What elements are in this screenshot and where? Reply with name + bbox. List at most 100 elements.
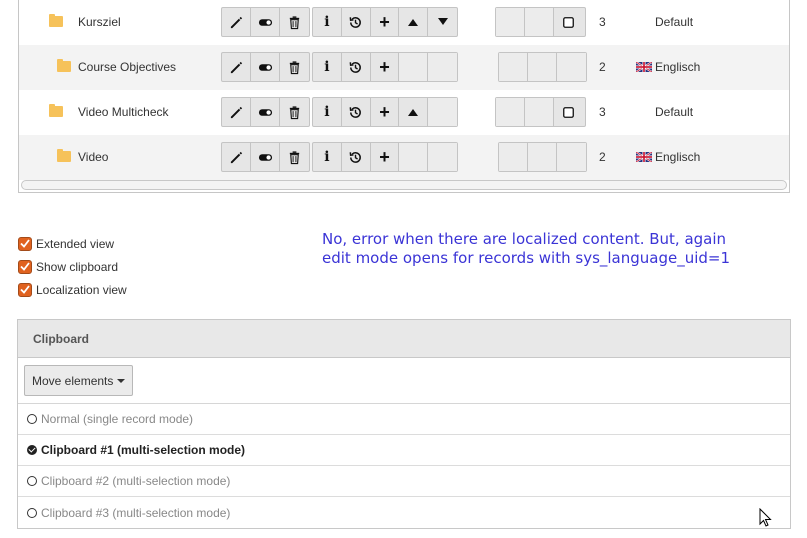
clipboard-mode-1[interactable]: Clipboard #1 (multi-selection mode) <box>18 435 790 466</box>
move-down-icon[interactable] <box>428 8 457 36</box>
empty-slot <box>428 53 457 81</box>
radio-icon[interactable] <box>27 476 37 486</box>
clipboard-mode-normal[interactable]: Normal (single record mode) <box>18 404 790 435</box>
record-level: 2 <box>599 60 606 74</box>
toggle-visibility-icon[interactable] <box>251 53 280 81</box>
info-icon[interactable]: i <box>313 8 342 36</box>
uk-flag-icon <box>636 152 652 162</box>
plus-icon[interactable]: + <box>371 143 400 171</box>
records-table: Kursziel i + 3 Default Course Objectives <box>18 0 790 193</box>
empty-slot <box>428 143 457 171</box>
toggle-visibility-icon[interactable] <box>251 143 280 171</box>
folder-icon <box>57 149 71 162</box>
language-label: Englisch <box>655 150 701 164</box>
plus-icon[interactable]: + <box>371 98 400 126</box>
radio-checked-icon[interactable] <box>27 445 37 455</box>
checkbox-label: Localization view <box>36 282 127 297</box>
toggle-visibility-icon[interactable] <box>251 98 280 126</box>
localization-view-checkbox[interactable]: Localization view <box>18 278 127 301</box>
language-label: Default <box>655 15 694 29</box>
radio-icon[interactable] <box>27 414 37 424</box>
history-icon[interactable] <box>342 8 371 36</box>
info-icon[interactable]: i <box>313 98 342 126</box>
uk-flag-icon <box>636 62 652 72</box>
empty-slot <box>499 143 528 171</box>
edit-pencil-icon[interactable] <box>222 53 251 81</box>
select-button-group <box>498 52 587 82</box>
show-clipboard-checkbox[interactable]: Show clipboard <box>18 255 127 278</box>
trash-icon[interactable] <box>280 143 309 171</box>
record-title[interactable]: Video <box>78 150 108 164</box>
toggle-visibility-icon[interactable] <box>251 8 280 36</box>
action-button-group: i + <box>312 52 458 82</box>
move-elements-button[interactable]: Move elements <box>24 365 134 396</box>
checkbox-label: Extended view <box>36 236 115 251</box>
record-level: 3 <box>599 105 606 119</box>
select-button-group <box>495 7 586 37</box>
clipboard-toolbar: Move elements <box>18 358 790 404</box>
extended-view-checkbox[interactable]: Extended view <box>18 232 127 255</box>
annotation-note: No, error when there are localized conte… <box>322 230 731 267</box>
record-title[interactable]: Kursziel <box>78 15 121 29</box>
trash-icon[interactable] <box>280 98 309 126</box>
clipboard-mode-3[interactable]: Clipboard #3 (multi-selection mode) <box>18 497 790 528</box>
record-row: Kursziel i + 3 Default <box>19 0 789 45</box>
move-up-icon[interactable] <box>399 98 429 126</box>
trash-icon[interactable] <box>280 53 309 81</box>
empty-slot <box>557 53 586 81</box>
folder-icon <box>57 59 71 72</box>
edit-button-group <box>221 7 310 37</box>
record-title[interactable]: Video Multicheck <box>78 105 169 119</box>
select-checkbox-icon[interactable] <box>554 8 583 36</box>
record-language: Englisch <box>636 60 700 74</box>
mouse-cursor-icon <box>759 508 772 527</box>
edit-button-group <box>221 142 310 172</box>
trash-icon[interactable] <box>280 8 309 36</box>
edit-pencil-icon[interactable] <box>222 8 251 36</box>
empty-slot <box>528 53 557 81</box>
caret-down-icon <box>117 378 126 383</box>
action-button-group: i + <box>312 97 458 127</box>
checkmark-icon[interactable] <box>18 282 32 297</box>
record-language: Default <box>655 15 693 29</box>
select-button-group <box>498 142 587 172</box>
empty-slot <box>525 98 554 126</box>
move-elements-label: Move elements <box>32 373 114 388</box>
radio-icon[interactable] <box>27 507 37 518</box>
view-options: Extended view Show clipboard Localizatio… <box>18 232 127 301</box>
clipboard-panel: Clipboard Move elements Normal (single r… <box>17 319 791 529</box>
record-row: Video Multicheck i + 3 Default <box>19 90 789 135</box>
empty-slot <box>496 8 525 36</box>
folder-icon <box>49 104 63 117</box>
history-icon[interactable] <box>342 53 371 81</box>
record-language: Default <box>655 105 693 119</box>
plus-icon[interactable]: + <box>371 8 400 36</box>
empty-slot <box>528 143 557 171</box>
checkmark-icon[interactable] <box>18 259 32 274</box>
clipboard-mode-2[interactable]: Clipboard #2 (multi-selection mode) <box>18 466 790 497</box>
clipboard-title: Clipboard <box>18 320 790 358</box>
checkmark-icon[interactable] <box>18 236 32 251</box>
info-icon[interactable]: i <box>313 143 342 171</box>
info-icon[interactable]: i <box>313 53 342 81</box>
history-icon[interactable] <box>342 98 371 126</box>
history-icon[interactable] <box>342 143 371 171</box>
record-level: 3 <box>599 15 606 29</box>
mode-label: Clipboard #1 (multi-selection mode) <box>41 443 246 457</box>
select-checkbox-icon[interactable] <box>554 98 583 126</box>
empty-slot <box>525 8 554 36</box>
mode-label: Clipboard #3 (multi-selection mode) <box>41 505 231 520</box>
empty-slot <box>399 53 429 81</box>
horizontal-scrollbar[interactable] <box>21 180 787 190</box>
edit-pencil-icon[interactable] <box>222 143 251 171</box>
record-row: Course Objectives i + 2 Englisch <box>19 45 789 90</box>
record-level: 2 <box>599 150 606 164</box>
plus-icon[interactable]: + <box>371 53 400 81</box>
edit-pencil-icon[interactable] <box>222 98 251 126</box>
edit-button-group <box>221 97 310 127</box>
record-language: Englisch <box>636 150 700 164</box>
empty-slot <box>428 98 457 126</box>
move-up-icon[interactable] <box>399 8 429 36</box>
language-label: Default <box>655 105 694 119</box>
record-title[interactable]: Course Objectives <box>78 60 176 74</box>
